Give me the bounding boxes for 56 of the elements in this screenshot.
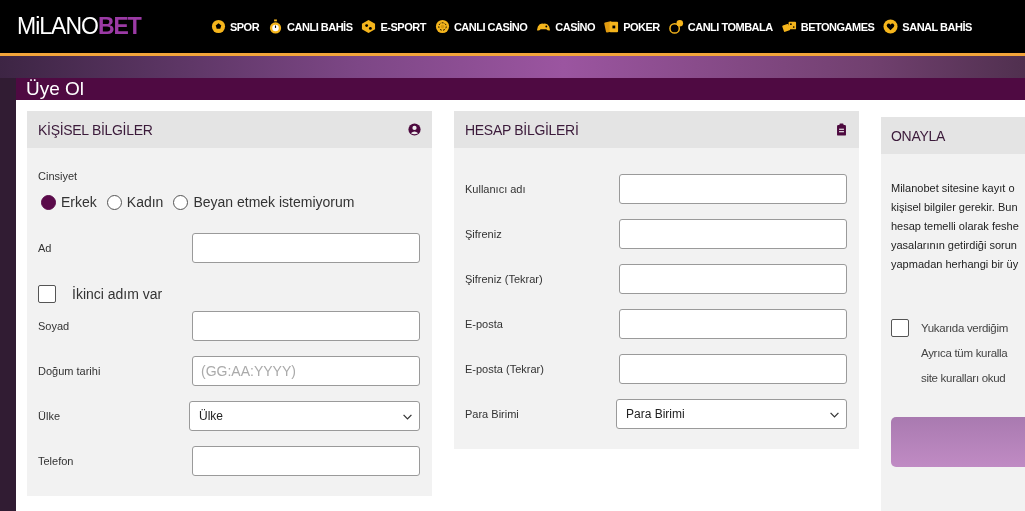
input-field[interactable] — [192, 233, 420, 263]
checkbox-label: İkinci adım var — [72, 286, 163, 302]
info-text: Milanobet sitesine kayıt o kişisel bilgiler gerekir. Bun hesap temelli olarak feshe yasalarının getirdiği sorun yapmadan herhangi bir üy — [891, 181, 1020, 272]
input-field[interactable] — [619, 219, 847, 249]
field-label: Cinsiyet — [38, 170, 79, 182]
field-label: Telefon — [38, 455, 74, 467]
cards-icon — [604, 19, 620, 34]
input-field[interactable] — [619, 174, 847, 204]
clipboard-icon — [835, 123, 848, 136]
field-label: Doğum tarihi — [38, 365, 101, 377]
field-label: Para Birimi — [465, 408, 519, 420]
nav-link[interactable]: POKER — [604, 19, 660, 34]
radio-option[interactable]: Kadın — [106, 194, 164, 210]
select-field[interactable]: Ülke — [189, 401, 420, 431]
field-label: Ülke — [38, 410, 60, 422]
input-field[interactable] — [619, 309, 847, 339]
checkbox[interactable] — [891, 319, 909, 337]
nav-link[interactable]: CANLI TOMBALA — [668, 19, 773, 34]
coins-icon — [668, 19, 684, 34]
nav-link[interactable]: CASİNO — [536, 19, 596, 34]
nav-link[interactable]: CANLI BAHİS — [268, 19, 353, 34]
panel-title: HESAP BİLGİLERİ — [465, 121, 579, 138]
field-label: E-posta (Tekrar) — [465, 363, 544, 375]
field-label: E-posta — [465, 318, 503, 330]
agreement-text: Yukarıda verdiğim Ayrıca tüm kuralla site kuralları okud — [921, 321, 1008, 386]
field-label: Şifreniz — [465, 228, 502, 240]
stopwatch-icon — [268, 19, 284, 34]
input-field[interactable] — [619, 264, 847, 294]
nav-link[interactable]: BETONGAMES — [781, 19, 875, 34]
radio-button[interactable] — [106, 194, 122, 210]
input-field[interactable] — [619, 354, 847, 384]
panel-title: KİŞİSEL BİLGİLER — [38, 121, 153, 138]
select-field[interactable]: Para Birimi — [616, 399, 847, 429]
input-field[interactable] — [192, 446, 420, 476]
radio-button[interactable] — [173, 194, 189, 210]
ball-icon — [210, 19, 226, 34]
panel-title: ONAYLA — [891, 127, 945, 144]
input-field[interactable]: (GG:AA:YYYY) — [192, 356, 420, 386]
nav-link[interactable]: E-SPORT — [361, 19, 426, 34]
radio-option[interactable]: Beyan etmek istemiyorum — [173, 194, 355, 210]
radio-button[interactable] — [41, 194, 56, 210]
field-label: Soyad — [38, 320, 70, 332]
input-field[interactable] — [192, 311, 420, 341]
field-label: Şifreniz (Tekrar) — [465, 273, 543, 285]
nav-link[interactable]: SPOR — [210, 19, 260, 34]
chip-icon — [434, 19, 450, 34]
nav-link[interactable]: CANLI CASİNO — [434, 19, 528, 34]
dice-icon — [781, 19, 797, 34]
radio-option[interactable]: Erkek — [41, 194, 97, 210]
page-title: Üye Ol — [26, 78, 85, 100]
nav-link[interactable]: SANAL BAHİS — [883, 19, 972, 34]
user-icon — [408, 123, 421, 136]
field-label: Kullanıcı adı — [465, 183, 526, 195]
checkbox[interactable] — [38, 285, 56, 303]
field-label: Ad — [38, 242, 52, 254]
site-logo[interactable]: MiLANOBET — [17, 13, 141, 40]
